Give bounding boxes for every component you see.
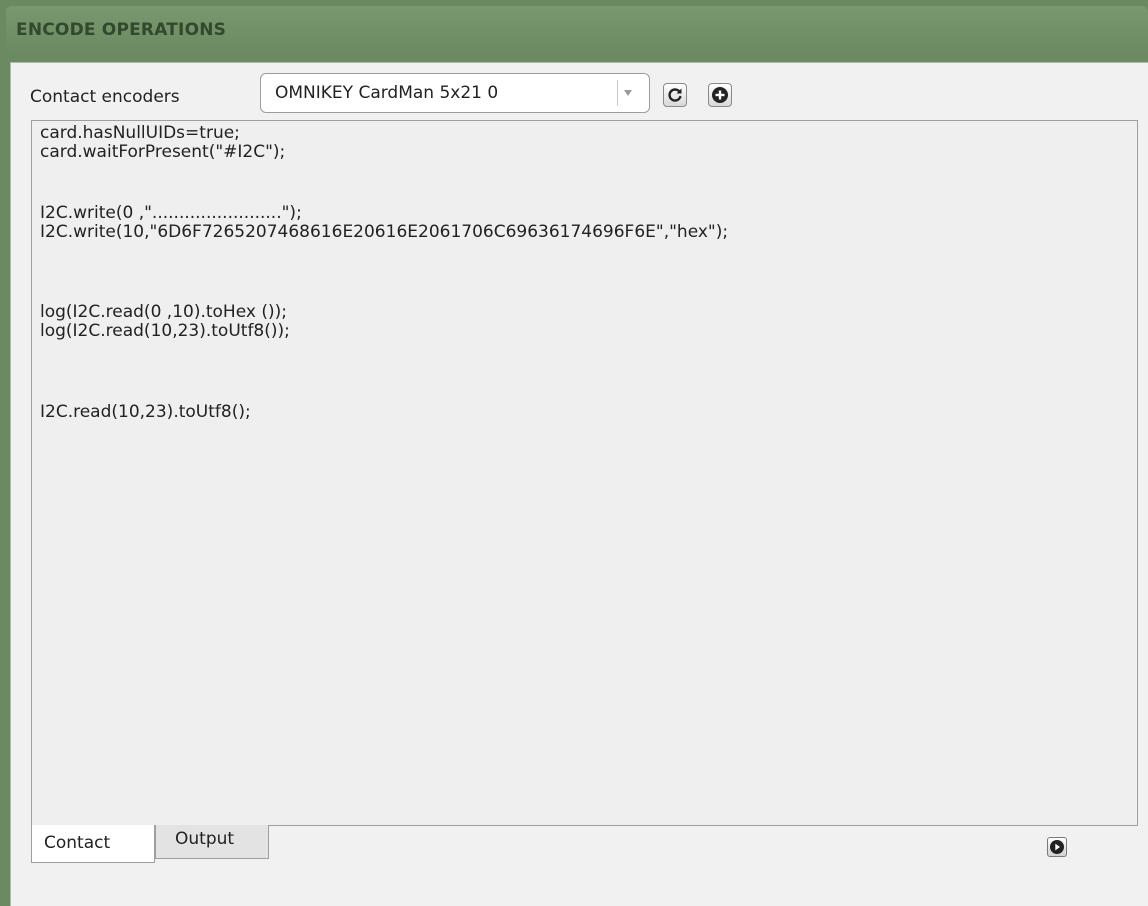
code-line: log(I2C.read(0 ,10).toHex ());	[40, 302, 287, 322]
chevron-down-icon[interactable]	[624, 90, 632, 96]
code-line: card.waitForPresent("#I2C");	[40, 142, 286, 162]
code-line: card.hasNullUIDs=true;	[40, 123, 240, 143]
encode-panel: Contact encoders OMNIKEY CardMan 5x21 0	[10, 62, 1148, 906]
editor-tabs: Contact Output	[31, 825, 1138, 865]
tab-output[interactable]: Output	[155, 825, 269, 859]
refresh-button[interactable]	[663, 83, 687, 107]
plus-circle-icon	[712, 87, 728, 103]
tab-output-label: Output	[175, 829, 235, 849]
encode-operations-window: ENCODE OPERATIONS Contact encoders OMNIK…	[0, 0, 1148, 906]
encoder-toolbar: Contact encoders OMNIKEY CardMan 5x21 0	[11, 63, 1148, 119]
encoder-select[interactable]: OMNIKEY CardMan 5x21 0	[260, 73, 650, 113]
encoder-select-value: OMNIKEY CardMan 5x21 0	[275, 83, 499, 103]
select-divider	[617, 80, 618, 106]
script-editor[interactable]: card.hasNullUIDs=true; card.waitForPrese…	[31, 120, 1138, 826]
code-line: log(I2C.read(10,23).toUtf8());	[40, 321, 290, 341]
tab-contact[interactable]: Contact	[31, 825, 155, 863]
refresh-icon	[668, 88, 682, 102]
add-encoder-button[interactable]	[708, 83, 732, 107]
play-circle-icon	[1050, 840, 1064, 854]
contact-encoders-label: Contact encoders	[30, 87, 180, 107]
run-button[interactable]	[1047, 837, 1067, 857]
code-line: I2C.write(0 ,"........................")…	[40, 203, 302, 223]
window-title: ENCODE OPERATIONS	[16, 20, 227, 40]
code-line: I2C.write(10,"6D6F7265207468616E20616E20…	[40, 222, 729, 242]
title-bar: ENCODE OPERATIONS	[6, 6, 1148, 54]
tab-contact-label: Contact	[44, 833, 111, 853]
code-line: I2C.read(10,23).toUtf8();	[40, 402, 251, 422]
